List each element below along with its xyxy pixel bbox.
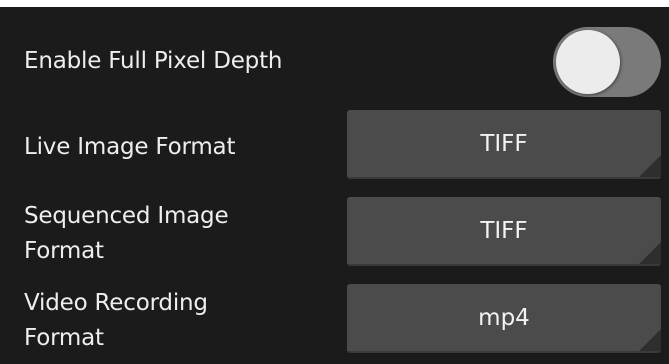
dropdown-corner-icon bbox=[639, 242, 661, 264]
live-image-format-row: Live Image Format TIFF bbox=[0, 110, 669, 190]
video-recording-format-label-line2: Format bbox=[24, 325, 104, 351]
dropdown-corner-icon bbox=[639, 329, 661, 351]
video-recording-format-dropdown[interactable]: mp4 bbox=[347, 284, 661, 353]
sequenced-image-format-row: Sequenced Image Format TIFF bbox=[0, 197, 669, 277]
video-recording-format-value: mp4 bbox=[478, 304, 530, 331]
sequenced-image-format-value: TIFF bbox=[480, 217, 528, 244]
video-recording-format-label-line1: Video Recording bbox=[24, 290, 208, 316]
live-image-format-value: TIFF bbox=[480, 130, 528, 157]
live-image-format-label: Live Image Format bbox=[24, 134, 236, 160]
sequenced-image-format-label-line2: Format bbox=[24, 238, 104, 264]
full-pixel-depth-label: Enable Full Pixel Depth bbox=[24, 48, 283, 74]
toggle-knob bbox=[556, 30, 620, 94]
full-pixel-depth-toggle[interactable] bbox=[553, 27, 661, 97]
full-pixel-depth-row: Enable Full Pixel Depth bbox=[0, 7, 669, 117]
sequenced-image-format-dropdown[interactable]: TIFF bbox=[347, 197, 661, 266]
dropdown-corner-icon bbox=[639, 155, 661, 177]
live-image-format-dropdown[interactable]: TIFF bbox=[347, 110, 661, 179]
video-recording-format-row: Video Recording Format mp4 bbox=[0, 284, 669, 364]
sequenced-image-format-label-line1: Sequenced Image bbox=[24, 203, 229, 229]
format-settings-panel: Enable Full Pixel Depth Live Image Forma… bbox=[0, 7, 669, 364]
